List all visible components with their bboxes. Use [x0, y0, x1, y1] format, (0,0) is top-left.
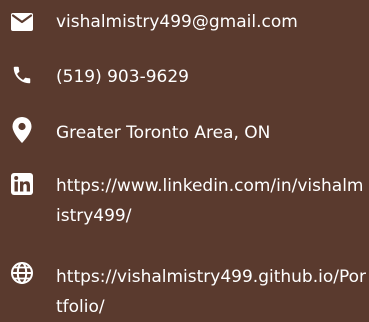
website-link[interactable]: https://vishalmistry499.github.io/Portfo…	[56, 262, 366, 322]
globe-icon	[8, 259, 36, 287]
linkedin-icon	[8, 170, 36, 198]
location-text: Greater Toronto Area, ON	[56, 123, 271, 143]
map-pin-icon	[8, 116, 36, 144]
phone-link[interactable]: (519) 903-9629	[56, 62, 366, 92]
linkedin-link[interactable]: https://www.linkedin.com/in/vishalmistry…	[56, 171, 366, 231]
contact-list: vishalmistry499@gmail.com (519) 903-9629…	[0, 0, 369, 322]
envelope-icon	[8, 8, 36, 36]
phone-icon	[8, 61, 36, 89]
email-link[interactable]: vishalmistry499@gmail.com	[56, 7, 366, 37]
